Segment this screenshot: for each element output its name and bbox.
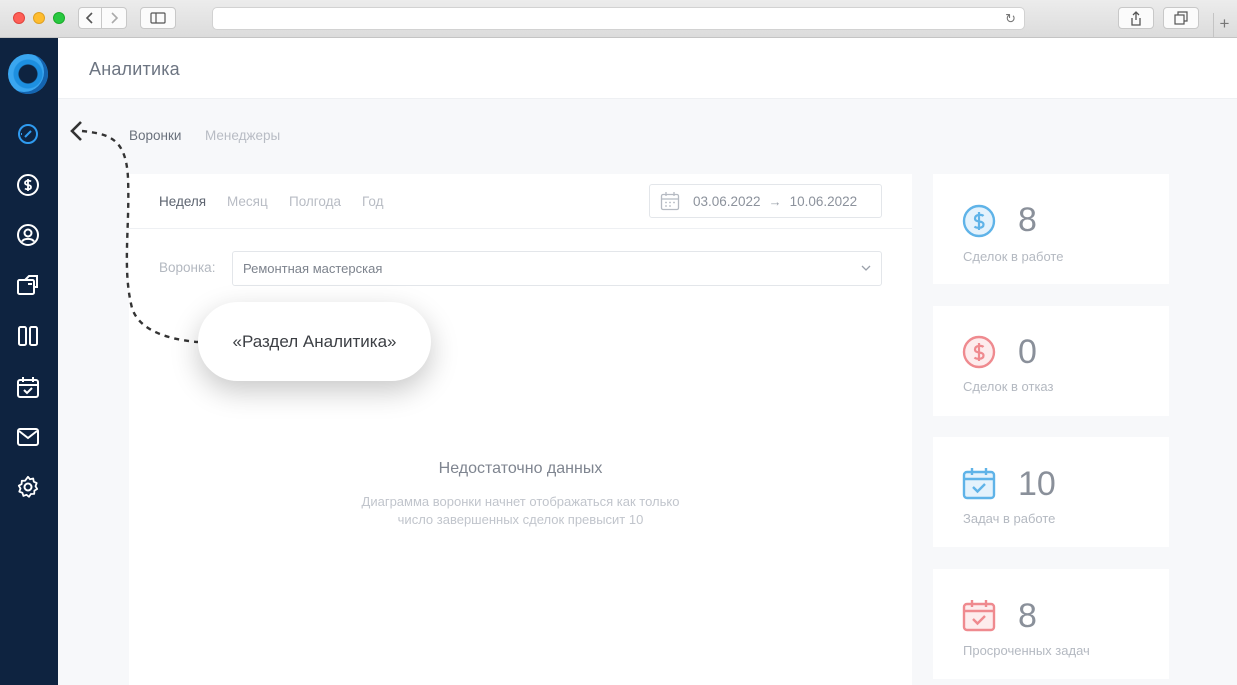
stat-card-tasks-active[interactable]: 10 Задач в работе bbox=[933, 437, 1169, 547]
minimize-window-button[interactable] bbox=[33, 12, 45, 24]
funnel-select-value: Ремонтная мастерская bbox=[243, 261, 383, 276]
stat-card-deals-rejected[interactable]: 0 Сделок в отказ bbox=[933, 306, 1169, 416]
funnel-select[interactable]: Ремонтная мастерская bbox=[232, 251, 882, 286]
app-logo[interactable] bbox=[8, 54, 48, 94]
sidebar-item-contacts[interactable] bbox=[15, 222, 41, 248]
sidebar-item-settings[interactable] bbox=[15, 474, 41, 500]
sidebar-item-board[interactable] bbox=[15, 323, 41, 349]
date-from: 03.06.2022 bbox=[693, 193, 761, 209]
calendar-icon bbox=[17, 377, 39, 398]
settings-icon bbox=[17, 475, 39, 498]
calendar-icon bbox=[660, 192, 680, 211]
share-icon bbox=[1131, 10, 1141, 26]
address-bar[interactable]: ↻ bbox=[212, 7, 1025, 30]
forward-button[interactable] bbox=[102, 7, 127, 29]
tabs-icon bbox=[1174, 11, 1188, 25]
board-icon bbox=[18, 326, 38, 346]
dollar-circle-icon bbox=[962, 204, 996, 238]
period-half-year[interactable]: Полгода bbox=[289, 194, 341, 209]
show-tabs-button[interactable] bbox=[1163, 7, 1199, 29]
sidebar-item-mail[interactable] bbox=[15, 424, 41, 450]
share-button[interactable] bbox=[1118, 7, 1154, 29]
mail-icon bbox=[17, 428, 39, 446]
date-to: 10.06.2022 bbox=[789, 193, 858, 209]
empty-state-line-1: Диаграмма воронки начнет отображаться ка… bbox=[361, 494, 680, 509]
stat-label: Просроченных задач bbox=[963, 643, 1090, 658]
dollar-circle-icon bbox=[962, 335, 996, 369]
calendar-check-icon bbox=[962, 468, 996, 500]
stat-card-tasks-overdue[interactable]: 8 Просроченных задач bbox=[933, 569, 1169, 679]
card-divider bbox=[129, 228, 912, 229]
arrow-right-icon: → bbox=[768, 193, 782, 209]
empty-state-title: Недостаточно данных bbox=[438, 460, 603, 477]
stat-label: Сделок в работе bbox=[963, 249, 1064, 264]
close-window-button[interactable] bbox=[13, 12, 25, 24]
sidebar-icon bbox=[150, 12, 166, 24]
date-range-picker[interactable]: 03.06.2022 → 10.06.2022 bbox=[649, 184, 882, 218]
user-icon bbox=[17, 224, 39, 246]
chevron-down-icon bbox=[861, 252, 871, 298]
page-header: Аналитика bbox=[58, 38, 1237, 99]
period-month[interactable]: Месяц bbox=[227, 194, 268, 209]
folder-icon bbox=[17, 275, 38, 295]
stat-label: Задач в работе bbox=[963, 511, 1056, 526]
maximize-window-button[interactable] bbox=[53, 12, 65, 24]
stat-value: 8 bbox=[1018, 597, 1037, 635]
tab-managers[interactable]: Менеджеры bbox=[205, 128, 280, 143]
empty-state-description: Диаграмма воронки начнет отображаться ка… bbox=[129, 493, 912, 529]
dashboard-gauge-icon bbox=[18, 124, 38, 144]
page-title: Аналитика bbox=[89, 59, 180, 79]
chevron-left-icon bbox=[85, 12, 93, 24]
browser-window: ↻ + Аналитика Воронки Менеджеры Неделя М… bbox=[0, 0, 1237, 685]
funnel-card: Неделя Месяц Полгода Год 03.06.2022 → 10… bbox=[129, 174, 912, 685]
app-sidebar bbox=[0, 38, 58, 685]
reload-icon[interactable]: ↻ bbox=[1005, 11, 1016, 27]
new-tab-button[interactable]: + bbox=[1213, 13, 1235, 38]
stat-value: 8 bbox=[1018, 201, 1037, 239]
sidebar-item-documents[interactable] bbox=[15, 272, 41, 298]
chevron-right-icon bbox=[111, 12, 119, 24]
calendar-check-icon bbox=[962, 600, 996, 632]
browser-toolbar: ↻ + bbox=[0, 0, 1237, 38]
sidebar-toggle-button[interactable] bbox=[140, 7, 176, 29]
sidebar-item-analytics[interactable] bbox=[15, 121, 41, 147]
empty-state-line-2: число завершенных сделок превысит 10 bbox=[397, 512, 644, 527]
period-year[interactable]: Год bbox=[362, 194, 384, 209]
sidebar-item-deals[interactable] bbox=[15, 172, 41, 198]
callout-bubble: «Раздел Аналитика» bbox=[198, 302, 431, 381]
stat-value: 0 bbox=[1018, 333, 1037, 371]
stat-label: Сделок в отказ bbox=[963, 379, 1054, 394]
callout-dashed-arrow bbox=[70, 121, 199, 344]
sidebar-item-tasks[interactable] bbox=[15, 374, 41, 400]
dollar-icon bbox=[17, 174, 39, 196]
stat-card-deals-active[interactable]: 8 Сделок в работе bbox=[933, 174, 1169, 284]
back-button[interactable] bbox=[78, 7, 102, 29]
stat-value: 10 bbox=[1018, 465, 1056, 503]
